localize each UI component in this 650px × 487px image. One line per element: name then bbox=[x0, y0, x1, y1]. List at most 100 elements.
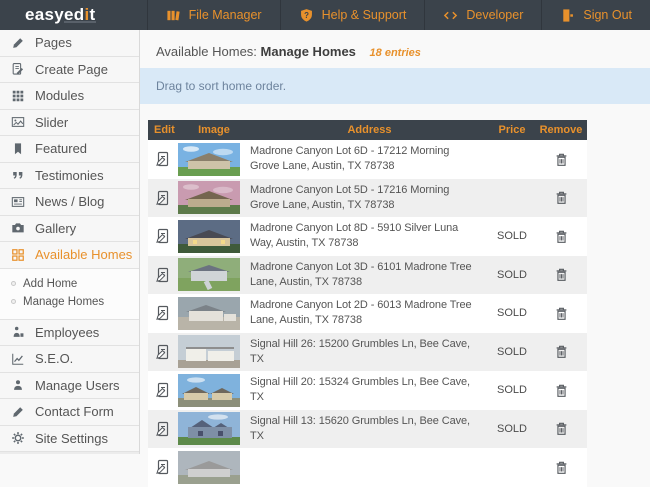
developer-icon bbox=[444, 11, 458, 19]
available-homes-submenu: Add Home Manage Homes bbox=[0, 268, 139, 320]
topnav-label: File Manager bbox=[188, 8, 262, 22]
topnav-file-manager[interactable]: File Manager bbox=[146, 0, 280, 30]
home-price: SOLD bbox=[497, 384, 527, 397]
table-row[interactable]: Madrone Canyon Lot 2D - 6013 Madrone Tre… bbox=[148, 294, 587, 333]
home-address: Madrone Canyon Lot 3D - 6101 Madrone Tre… bbox=[250, 260, 472, 288]
edit-icon[interactable] bbox=[155, 151, 171, 167]
sidebar: Pages Create Page Modules Slider Feature… bbox=[0, 30, 140, 454]
home-thumbnail[interactable] bbox=[178, 296, 250, 330]
topnav-developer[interactable]: Developer bbox=[424, 0, 541, 30]
trash-icon[interactable] bbox=[554, 460, 569, 475]
table-row[interactable]: Madrone Canyon Lot 3D - 6101 Madrone Tre… bbox=[148, 255, 587, 294]
sidebar-label: Create Page bbox=[35, 61, 108, 77]
svg-text:?: ? bbox=[304, 10, 309, 19]
sidebar-item-pages[interactable]: Pages bbox=[0, 30, 139, 57]
edit-icon[interactable] bbox=[155, 267, 171, 283]
home-thumbnail[interactable] bbox=[178, 258, 250, 292]
trash-icon[interactable] bbox=[554, 190, 569, 205]
trash-icon[interactable] bbox=[554, 344, 569, 359]
table-header: Edit Image Address Price Remove bbox=[148, 120, 587, 140]
edit-icon[interactable] bbox=[155, 228, 171, 244]
modules-icon bbox=[12, 90, 24, 101]
sidebar-subitem-manage-homes[interactable]: Manage Homes bbox=[0, 293, 139, 311]
edit-icon[interactable] bbox=[155, 459, 171, 475]
sidebar-item-modules[interactable]: Modules bbox=[0, 83, 139, 110]
sidebar-label: Employees bbox=[35, 324, 100, 340]
sidebar-label: Slider bbox=[35, 114, 69, 130]
page-title: Available Homes: Manage Homes 18 entries bbox=[156, 44, 421, 59]
table-row[interactable]: Signal Hill 13: 15620 Grumbles Ln, Bee C… bbox=[148, 409, 587, 448]
table-row[interactable]: Signal Hill 26: 15200 Grumbles Ln, Bee C… bbox=[148, 332, 587, 371]
sidebar-item-news-blog[interactable]: News / Blog bbox=[0, 189, 139, 216]
sidebar-item-available-homes[interactable]: Available Homes bbox=[0, 242, 139, 269]
trash-icon[interactable] bbox=[554, 152, 569, 167]
grid-icon bbox=[12, 248, 24, 261]
sidebar-label: Contact Form bbox=[35, 404, 114, 420]
edit-icon[interactable] bbox=[155, 421, 171, 437]
sidebar-sublabel: Manage Homes bbox=[23, 295, 105, 308]
notice-text: Drag to sort home order. bbox=[156, 79, 287, 93]
create-page-icon bbox=[12, 63, 24, 75]
pencil-icon bbox=[13, 37, 23, 48]
sidebar-item-slider[interactable]: Slider bbox=[0, 109, 139, 136]
trash-icon[interactable] bbox=[554, 229, 569, 244]
home-price: SOLD bbox=[497, 230, 527, 243]
newspaper-icon bbox=[11, 196, 25, 207]
table-row[interactable]: Madrone Canyon Lot 6D - 17212 Morning Gr… bbox=[148, 140, 587, 179]
column-edit: Edit bbox=[154, 124, 175, 136]
sidebar-label: News / Blog bbox=[35, 194, 105, 210]
home-thumbnail[interactable] bbox=[178, 181, 250, 215]
table-row[interactable]: Madrone Canyon Lot 8D - 5910 Silver Luna… bbox=[148, 217, 587, 256]
home-thumbnail[interactable] bbox=[178, 373, 250, 407]
sidebar-item-employees[interactable]: Employees bbox=[0, 319, 139, 346]
home-address: Madrone Canyon Lot 2D - 6013 Madrone Tre… bbox=[250, 299, 472, 327]
home-thumbnail[interactable] bbox=[178, 335, 250, 369]
sidebar-item-create-page[interactable]: Create Page bbox=[0, 56, 139, 83]
column-address: Address bbox=[347, 124, 392, 136]
sidebar-item-featured[interactable]: Featured bbox=[0, 136, 139, 163]
table-row[interactable]: Madrone Canyon Lot 5D - 17216 Morning Gr… bbox=[148, 178, 587, 217]
column-price: Price bbox=[498, 124, 526, 136]
home-thumbnail[interactable] bbox=[178, 450, 250, 484]
sidebar-label: Testimonies bbox=[35, 167, 104, 183]
drag-sort-notice: Drag to sort home order. bbox=[140, 68, 650, 104]
home-thumbnail[interactable] bbox=[178, 142, 250, 176]
brand-logo[interactable]: easyed i t bbox=[25, 0, 97, 30]
bookmark-icon bbox=[14, 143, 22, 154]
table-row[interactable]: Signal Hill 20: 15324 Grumbles Ln, Bee C… bbox=[148, 371, 587, 410]
home-price: SOLD bbox=[497, 422, 527, 435]
page-title-section: Manage Homes bbox=[260, 44, 356, 59]
quotes-icon bbox=[13, 172, 23, 180]
sidebar-label: S.E.O. bbox=[35, 351, 74, 367]
sidebar-item-testimonies[interactable]: Testimonies bbox=[0, 162, 139, 189]
slider-image-icon bbox=[11, 117, 25, 128]
bullet-icon bbox=[11, 281, 16, 286]
sidebar-sublabel: Add Home bbox=[23, 277, 78, 290]
employee-icon bbox=[13, 327, 24, 338]
home-thumbnail[interactable] bbox=[178, 219, 250, 253]
sidebar-item-site-settings[interactable]: Site Settings bbox=[0, 425, 139, 452]
sidebar-subitem-add-home[interactable]: Add Home bbox=[0, 275, 139, 293]
sidebar-item-manage-users[interactable]: Manage Users bbox=[0, 372, 139, 399]
edit-icon[interactable] bbox=[155, 305, 171, 321]
topnav-help-support[interactable]: ? Help & Support bbox=[279, 0, 425, 30]
bullet-icon bbox=[11, 299, 16, 304]
home-address: Signal Hill 20: 15324 Grumbles Ln, Bee C… bbox=[250, 376, 471, 404]
trash-icon[interactable] bbox=[554, 421, 569, 436]
sign-out-icon bbox=[563, 8, 574, 22]
edit-icon[interactable] bbox=[155, 344, 171, 360]
topnav-label: Developer bbox=[466, 8, 524, 22]
topnav: File Manager ? Help & Support Developer … bbox=[146, 0, 650, 30]
trash-icon[interactable] bbox=[554, 267, 569, 282]
edit-icon[interactable] bbox=[155, 190, 171, 206]
chart-icon bbox=[12, 353, 24, 365]
trash-icon[interactable] bbox=[554, 383, 569, 398]
sidebar-item-seo[interactable]: S.E.O. bbox=[0, 346, 139, 373]
home-thumbnail[interactable] bbox=[178, 412, 250, 446]
sidebar-label: Site Settings bbox=[35, 430, 108, 446]
sidebar-item-contact-form[interactable]: Contact Form bbox=[0, 399, 139, 426]
sidebar-item-gallery[interactable]: Gallery bbox=[0, 215, 139, 242]
trash-icon[interactable] bbox=[554, 306, 569, 321]
edit-icon[interactable] bbox=[155, 382, 171, 398]
topnav-sign-out[interactable]: Sign Out bbox=[541, 0, 650, 30]
